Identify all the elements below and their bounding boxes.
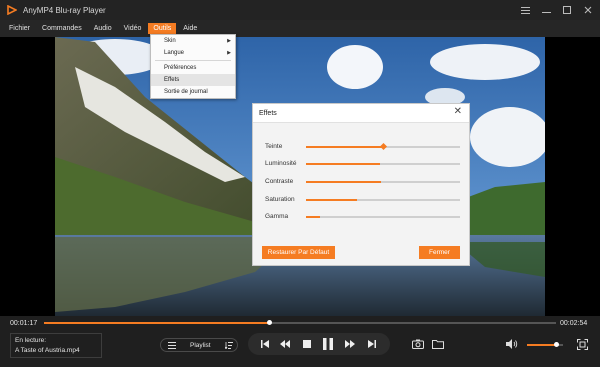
volume-icon[interactable] <box>506 339 518 349</box>
total-time: 00:02:54 <box>560 320 588 327</box>
seek-bar-fill <box>44 322 270 324</box>
app-title: AnyMP4 Blu-ray Player <box>23 5 106 15</box>
next-icon[interactable] <box>366 338 378 350</box>
volume-fill <box>527 344 556 346</box>
list-icon <box>168 341 176 349</box>
dialog-header: Effets ✕ <box>253 104 469 123</box>
snapshot-icon[interactable] <box>412 339 424 349</box>
menu-item-effets[interactable]: Effets <box>151 74 235 86</box>
seek-bar[interactable] <box>44 320 556 325</box>
stop-icon[interactable] <box>301 338 313 350</box>
submenu-arrow-icon: ▶ <box>227 50 231 56</box>
menu-item-langue[interactable]: Langue ▶ <box>151 47 235 59</box>
volume-thumb[interactable] <box>553 342 559 347</box>
slider-label: Contraste <box>265 178 294 185</box>
slider-row-teinte: Teinte <box>265 142 461 152</box>
menu-item-langue-label: Langue <box>164 50 185 56</box>
menu-item-sortie-journal[interactable]: Sortie de journal <box>151 86 235 98</box>
previous-icon[interactable] <box>259 338 271 350</box>
slider-gamma[interactable] <box>306 216 460 218</box>
rewind-icon[interactable] <box>279 338 291 350</box>
now-playing-file: A Taste of Austria.mp4 <box>15 347 80 354</box>
menu-audio[interactable]: Audio <box>89 23 117 34</box>
pause-icon[interactable] <box>322 338 334 350</box>
slider-row-saturation: Saturation <box>265 195 461 205</box>
slider-row-gamma: Gamma <box>265 212 461 222</box>
slider-row-contraste: Contraste <box>265 177 461 187</box>
menu-aide[interactable]: Aide <box>178 23 202 34</box>
playlist-button[interactable]: Playlist <box>160 338 238 352</box>
menu-outils[interactable]: Outils <box>148 23 177 34</box>
menu-video[interactable]: Vidéo <box>119 23 147 34</box>
menu-item-preferences-label: Préférences <box>164 65 197 71</box>
close-icon[interactable] <box>582 4 594 16</box>
slider-label: Luminosité <box>265 160 297 167</box>
close-dialog-button[interactable]: Fermer <box>419 246 460 259</box>
slider-contraste[interactable] <box>306 181 460 183</box>
menu-separator <box>155 60 231 61</box>
slider-luminosite[interactable] <box>306 163 460 165</box>
slider-label: Teinte <box>265 143 283 150</box>
transport-controls <box>248 333 390 355</box>
volume-slider[interactable] <box>527 342 563 347</box>
menu-bar: Fichier Commandes Audio Vidéo Outils Aid… <box>0 20 600 37</box>
slider-label: Saturation <box>265 196 295 203</box>
sort-icon[interactable] <box>224 341 233 349</box>
title-bar: AnyMP4 Blu-ray Player <box>0 0 600 20</box>
now-playing-box: En lecture: A Taste of Austria.mp4 <box>10 333 102 358</box>
menu-fichier[interactable]: Fichier <box>4 23 35 34</box>
slider-fill <box>306 199 357 201</box>
menu-item-effets-label: Effets <box>164 77 180 83</box>
slider-fill <box>306 163 380 165</box>
folder-icon[interactable] <box>432 339 444 349</box>
reset-default-button[interactable]: Restaurer Par Défaut <box>262 246 335 259</box>
slider-teinte[interactable] <box>306 142 460 151</box>
slider-fill <box>306 146 383 148</box>
elapsed-time: 00:01:17 <box>10 320 38 327</box>
slider-fill <box>306 216 320 218</box>
tools-dropdown-menu: Skin ▶ Langue ▶ Préférences Effets Sorti… <box>150 34 236 99</box>
menu-item-skin-label: Skin <box>164 38 176 44</box>
menu-icon[interactable] <box>519 4 531 16</box>
fullscreen-icon[interactable] <box>577 339 588 350</box>
submenu-arrow-icon: ▶ <box>227 38 231 44</box>
maximize-icon[interactable] <box>561 4 573 16</box>
slider-fill <box>306 181 382 183</box>
menu-item-skin[interactable]: Skin ▶ <box>151 35 235 47</box>
menu-item-sortie-journal-label: Sortie de journal <box>164 89 208 95</box>
effects-dialog: Effets ✕ Teinte Luminosité Contraste Sat… <box>252 103 470 266</box>
menu-item-preferences[interactable]: Préférences <box>151 62 235 74</box>
slider-saturation[interactable] <box>306 199 460 201</box>
now-playing-label: En lecture: <box>15 337 47 344</box>
playlist-label: Playlist <box>190 341 211 349</box>
menu-commandes[interactable]: Commandes <box>37 23 87 34</box>
fast-forward-icon[interactable] <box>344 338 356 350</box>
app-logo-icon <box>7 5 17 15</box>
minimize-icon[interactable] <box>540 4 552 16</box>
slider-label: Gamma <box>265 213 289 220</box>
slider-row-luminosite: Luminosité <box>265 159 461 169</box>
dialog-title: Effets <box>259 109 277 117</box>
slider-thumb[interactable] <box>379 142 388 151</box>
dialog-close-icon[interactable]: ✕ <box>454 107 462 117</box>
